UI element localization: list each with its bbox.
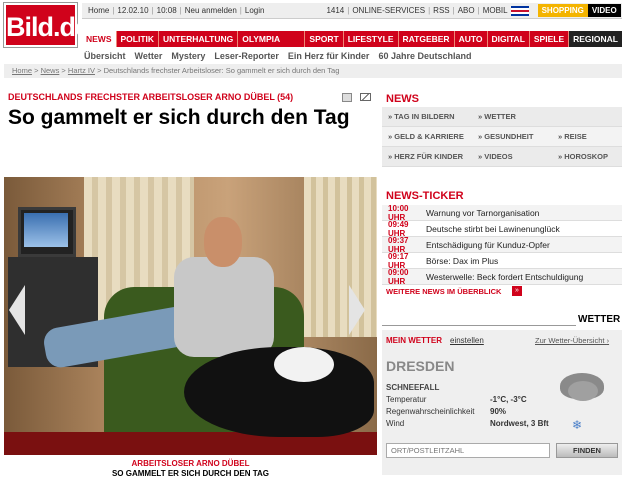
abo-link[interactable]: ABO: [458, 6, 475, 15]
subnav-herz-fuer-kinder[interactable]: Ein Herz für Kinder: [288, 49, 370, 63]
time-text: 10:08: [156, 6, 177, 15]
news-row: » GELD & KARRIERE » GESUNDHEIT » REISE: [382, 127, 622, 147]
subnav-wetter[interactable]: Wetter: [135, 49, 163, 63]
my-weather-label: MEIN WETTER: [386, 336, 442, 345]
weather-settings-link[interactable]: einstellen: [450, 336, 484, 345]
photo-man-body: [174, 257, 274, 357]
more-news-link[interactable]: WEITERE NEWS IM ÜBERBLICK: [386, 287, 501, 296]
photo-curtain-right: [304, 177, 377, 337]
article-kicker: DEUTSCHLANDS FRECHSTER ARBEITSLOSER ARNO…: [8, 92, 294, 102]
snow-cloud-icon: [560, 373, 604, 405]
subnav-60-jahre[interactable]: 60 Jahre Deutschland: [378, 49, 471, 63]
news-link-gesundheit[interactable]: » GESUNDHEIT: [478, 132, 558, 141]
news-ticker-list: 10:00 UHR Warnung vor Tarnorganisation 09…: [382, 204, 622, 286]
nav-lifestyle[interactable]: LIFESTYLE: [344, 31, 399, 47]
weather-divider: [382, 325, 576, 326]
more-news-arrow-icon[interactable]: »: [512, 286, 522, 296]
news-row: » TAG IN BILDERN » WETTER: [382, 107, 622, 127]
ticker-text[interactable]: Deutsche stirbt bei Lawinenunglück: [426, 224, 560, 234]
nav-ratgeber[interactable]: RATGEBER: [399, 31, 455, 47]
online-services-link[interactable]: ONLINE-SERVICES: [352, 6, 425, 15]
ticker-text[interactable]: Entschädigung für Kunduz-Opfer: [426, 240, 550, 250]
weather-tab[interactable]: WETTER: [578, 314, 620, 325]
article-photo[interactable]: [4, 177, 377, 455]
temperature-label: Temperatur: [386, 395, 427, 404]
weather-overview-link[interactable]: Zur Wetter-Übersicht ›: [535, 336, 609, 345]
news-link-herz-fuer-kinder[interactable]: » HERZ FÜR KINDER: [382, 152, 478, 161]
photo-caption-sub: SO GAMMELT ER SICH DURCH DEN TAG: [111, 469, 270, 478]
nav-sport[interactable]: SPORT: [305, 31, 344, 47]
breadcrumb-current: Deutschlands frechster Arbeitsloser: So …: [103, 66, 340, 75]
weather-condition: SCHNEEFALL: [386, 383, 440, 392]
subnav-leser-reporter[interactable]: Leser-Reporter: [214, 49, 279, 63]
uk-flag-icon[interactable]: [510, 5, 529, 16]
temperature-value: -1°C, -3°C: [490, 395, 527, 404]
nav-spiele[interactable]: SPIELE: [530, 31, 570, 47]
nav-digital[interactable]: DIGITAL: [488, 31, 530, 47]
register-link[interactable]: Neu anmelden: [185, 6, 237, 15]
news-link-wetter[interactable]: » WETTER: [478, 112, 558, 121]
news-categories: » TAG IN BILDERN » WETTER » GELD & KARRI…: [382, 107, 622, 167]
rss-link[interactable]: RSS: [433, 6, 449, 15]
nav-unterhaltung[interactable]: UNTERHALTUNG: [159, 31, 239, 47]
phone-number: 1414: [326, 6, 345, 15]
news-link-videos[interactable]: » VIDEOS: [478, 152, 558, 161]
subnav-uebersicht[interactable]: Übersicht: [84, 49, 126, 63]
news-box-title: NEWS: [386, 93, 419, 105]
photo-caption-title: ARBEITSLOSER ARNO DÜBEL: [131, 459, 250, 468]
nav-news[interactable]: NEWS: [82, 31, 117, 47]
sub-nav: Übersicht Wetter Mystery Leser-Reporter …: [82, 49, 622, 63]
wind-label: Wind: [386, 419, 405, 428]
news-link-tag-in-bildern[interactable]: » TAG IN BILDERN: [382, 112, 478, 121]
date-text: 12.02.10: [117, 6, 149, 15]
chevron-right-icon: ›: [606, 336, 610, 345]
top-bar: Home | 12.02.10 | 10:08 | Neu anmelden | Log…: [82, 3, 622, 19]
rain-probability-value: 90%: [490, 407, 507, 416]
weather-overview-text[interactable]: Zur Wetter-Übersicht: [535, 336, 604, 345]
news-link-geld-karriere[interactable]: » GELD & KARRIERE: [382, 132, 478, 141]
nav-auto[interactable]: AUTO: [455, 31, 488, 47]
ticker-time: 09:00 UHR: [388, 267, 409, 286]
news-link-reise[interactable]: » REISE: [558, 132, 618, 141]
home-link[interactable]: Home: [88, 6, 109, 15]
nav-politik[interactable]: POLITIK: [117, 31, 160, 47]
breadcrumb-news[interactable]: News: [41, 66, 60, 75]
gallery-prev-arrow-icon[interactable]: [9, 285, 25, 335]
login-link[interactable]: Login: [245, 6, 265, 15]
wind-value: Nordwest, 3 Bft: [490, 419, 549, 428]
mobil-link[interactable]: MOBIL: [483, 6, 508, 15]
rain-probability-label: Regenwahrscheinlichkeit: [386, 407, 475, 416]
bild-logo[interactable]: Bild.de: [4, 3, 90, 47]
main-nav: NEWS POLITIK UNTERHALTUNG OLYMPIA 2010 S…: [82, 31, 622, 60]
ticker-text[interactable]: Westerwelle: Beck fordert Entschuldigung: [426, 272, 583, 282]
breadcrumb-home[interactable]: Home: [12, 66, 32, 75]
snowflake-icon: ❄: [572, 418, 583, 432]
news-ticker-title: NEWS-TICKER: [386, 190, 464, 202]
print-icon[interactable]: [342, 93, 352, 102]
nav-olympia[interactable]: OLYMPIA 2010: [238, 31, 306, 60]
photo-dog-patch: [274, 347, 334, 382]
article-headline: So gammelt er sich durch den Tag: [8, 106, 350, 129]
gallery-next-arrow-icon[interactable]: [349, 285, 365, 335]
news-link-horoskop[interactable]: » HOROSKOP: [558, 152, 618, 161]
subnav-mystery[interactable]: Mystery: [171, 49, 205, 63]
breadcrumb: Home > News > Hartz IV > Deutschlands fr…: [4, 64, 622, 78]
find-weather-button[interactable]: FINDEN: [556, 443, 618, 458]
video-button[interactable]: VIDEO: [587, 4, 621, 17]
ticker-item[interactable]: 09:00 UHR Westerwelle: Beck fordert Entsc…: [382, 267, 622, 286]
photo-man-head: [204, 217, 242, 267]
cloud-shape-inner: [568, 381, 598, 401]
weather-city: DRESDEN: [386, 358, 455, 374]
ticker-text[interactable]: Warnung vor Tarnorganisation: [426, 208, 539, 218]
breadcrumb-hartz[interactable]: Hartz IV: [68, 66, 95, 75]
ticker-text[interactable]: Börse: Dax im Plus: [426, 256, 498, 266]
location-search-input[interactable]: [386, 443, 550, 458]
photo-tv-screen: [24, 213, 68, 247]
nav-regional[interactable]: REGIONAL: [569, 31, 622, 47]
news-row: » HERZ FÜR KINDER » VIDEOS » HOROSKOP: [382, 147, 622, 167]
shopping-button[interactable]: SHOPPING: [537, 4, 588, 17]
mail-icon[interactable]: [360, 93, 371, 101]
